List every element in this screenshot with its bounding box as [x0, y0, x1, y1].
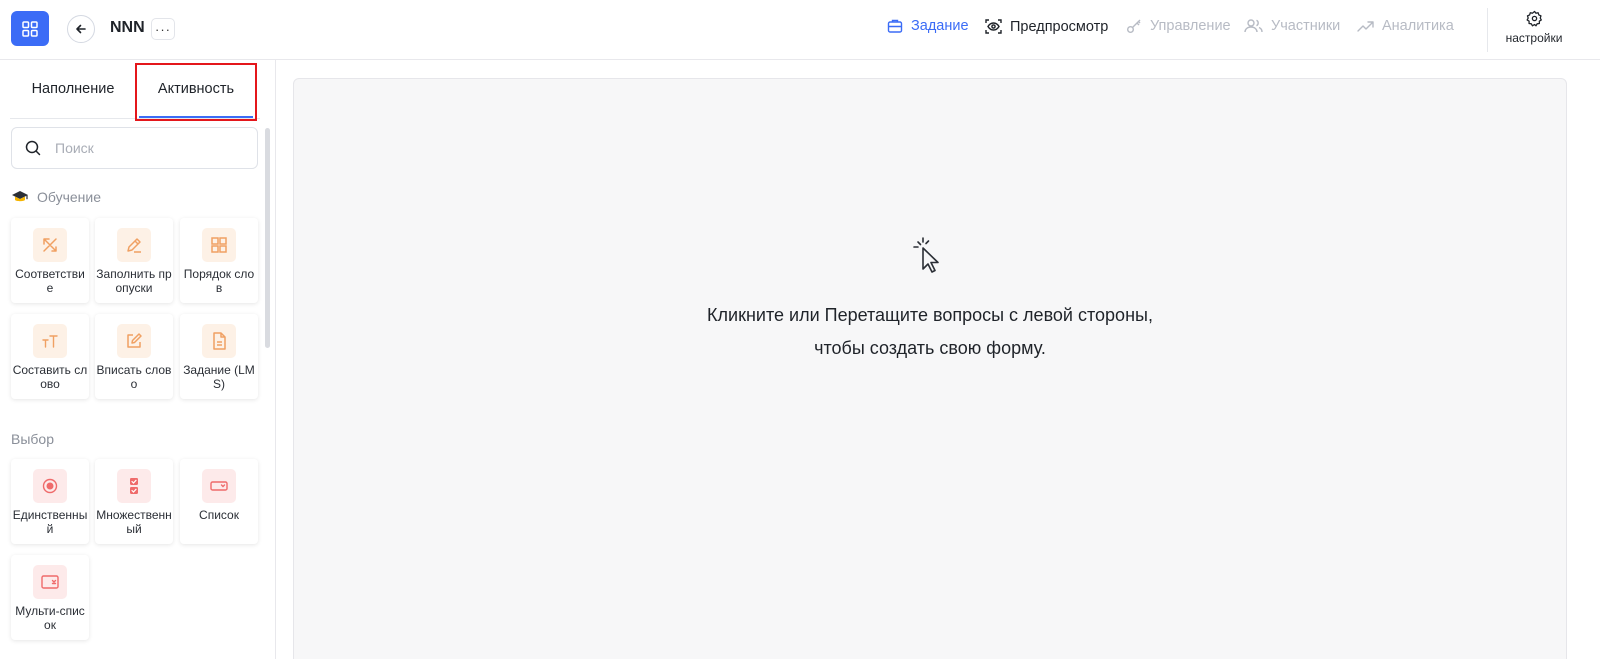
item-label: Порядок слов — [183, 267, 255, 295]
item-fill-blanks[interactable]: Заполнить пропуски — [95, 218, 173, 303]
eye-scan-icon — [985, 19, 1002, 34]
nav-preview[interactable]: Предпросмотр — [985, 18, 1108, 35]
item-label: Мульти-список — [15, 604, 85, 632]
nav-manage[interactable]: Управление — [1126, 18, 1231, 34]
gear-icon — [1525, 10, 1542, 27]
item-label: Соответствие — [15, 267, 85, 295]
nav-members-label: Участники — [1271, 18, 1341, 34]
briefcase-icon — [887, 19, 903, 33]
edit-box-icon — [127, 333, 142, 348]
item-label: Вписать слово — [96, 363, 172, 391]
item-icon-bg — [33, 565, 67, 599]
tab-content-label: Наполнение — [31, 81, 115, 97]
item-enter-word[interactable]: Вписать слово — [95, 314, 173, 399]
text-size-icon — [42, 335, 58, 348]
item-icon-bg — [117, 469, 151, 503]
item-matching[interactable]: Соответствие — [11, 218, 89, 303]
grid-icon — [211, 237, 227, 253]
nav-task-label: Задание — [911, 18, 969, 34]
more-options-button[interactable]: ··· — [151, 18, 175, 40]
nav-task[interactable]: Задание — [887, 18, 969, 34]
pointer-click-icon — [913, 237, 939, 273]
section-learning-title: Обучение — [37, 189, 102, 205]
back-button[interactable] — [67, 15, 95, 43]
pencil-icon — [127, 238, 141, 253]
form-canvas[interactable] — [293, 78, 1567, 659]
apps-grid-button[interactable] — [11, 11, 49, 46]
search-icon — [25, 140, 41, 156]
arrow-left-icon — [76, 24, 86, 34]
item-label: Множественный — [96, 508, 172, 536]
item-compose-word[interactable]: Составить слово — [11, 314, 89, 399]
multi-dropdown-icon — [41, 575, 59, 589]
item-icon-bg — [117, 228, 151, 262]
checkbox-list-icon — [130, 478, 138, 494]
nav-preview-label: Предпросмотр — [1010, 18, 1109, 35]
settings-label: настройки — [1505, 31, 1563, 45]
sidebar-scrollbar[interactable] — [265, 128, 270, 348]
search-box — [11, 127, 258, 169]
sidebar: Наполнение Активность Обучение Соответст… — [0, 60, 276, 659]
grid-icon — [22, 20, 38, 37]
item-icon-bg — [33, 228, 67, 262]
canvas-hint-line1: Кликните или Перетащите вопросы с левой … — [707, 305, 1153, 325]
settings-button[interactable]: настройки — [1500, 10, 1568, 45]
matching-arrows-icon — [43, 238, 57, 252]
graduation-cap-icon — [12, 191, 28, 202]
item-label: Список — [199, 508, 239, 522]
dropdown-icon — [210, 481, 228, 491]
item-icon-bg — [117, 324, 151, 358]
header-divider — [1487, 8, 1488, 52]
item-icon-bg — [202, 324, 236, 358]
top-bar: NNN ··· Задание Предпросмотр Управление … — [0, 0, 1600, 60]
section-choice: Выбор — [11, 431, 54, 447]
item-single-choice[interactable]: Единственный — [11, 459, 89, 544]
radio-icon — [42, 478, 58, 494]
item-dropdown-list[interactable]: Список — [180, 459, 258, 544]
item-icon-bg — [202, 469, 236, 503]
item-icon-bg — [202, 228, 236, 262]
nav-members[interactable]: Участники — [1244, 18, 1340, 34]
nav-manage-label: Управление — [1150, 18, 1231, 34]
item-label: Составить слово — [12, 363, 88, 391]
key-icon — [1127, 19, 1141, 33]
section-learning: Обучение — [11, 189, 101, 205]
item-word-order[interactable]: Порядок слов — [180, 218, 258, 303]
item-label: Единственный — [12, 508, 88, 536]
item-icon-bg — [33, 469, 67, 503]
item-label: Заполнить пропуски — [96, 267, 172, 295]
trend-up-icon — [1357, 21, 1374, 32]
nav-analytics-label: Аналитика — [1382, 18, 1454, 34]
item-multiple-choice[interactable]: Множественный — [95, 459, 173, 544]
item-multi-list[interactable]: Мульти-список — [11, 555, 89, 640]
highlight-annotation — [135, 63, 257, 121]
item-label: Задание (LMS) — [183, 363, 255, 391]
search-input[interactable] — [55, 140, 225, 156]
canvas-hint-line2: чтобы создать свою форму. — [814, 338, 1046, 358]
users-icon — [1244, 19, 1263, 33]
page-title: NNN — [110, 19, 145, 36]
nav-analytics[interactable]: Аналитика — [1357, 18, 1454, 34]
tab-content[interactable]: Наполнение — [10, 60, 136, 118]
item-lms-task[interactable]: Задание (LMS) — [180, 314, 258, 399]
item-icon-bg — [33, 324, 67, 358]
section-choice-title: Выбор — [11, 431, 54, 447]
document-icon — [213, 332, 226, 350]
